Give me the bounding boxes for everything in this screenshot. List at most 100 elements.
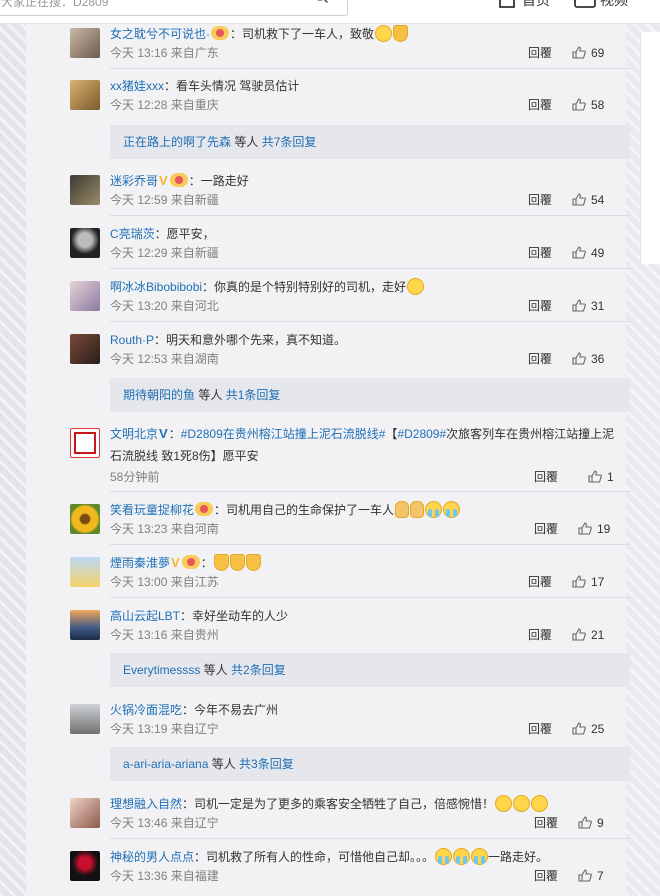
reply-button[interactable]: 回覆: [528, 351, 552, 367]
reply-button[interactable]: 回覆: [534, 469, 558, 485]
comment-body: ：看车头情况 驾驶员估计: [164, 79, 300, 93]
sub-reply-total[interactable]: 共1条回复: [226, 388, 281, 402]
comment-username[interactable]: 神秘的男人点点: [110, 850, 194, 864]
thumbs-up-icon: [572, 98, 586, 111]
avatar[interactable]: [70, 80, 100, 110]
pray-emoji-icon: [229, 554, 245, 571]
comment-meta: 今天 13:23 来自河南: [110, 522, 219, 536]
home-icon: [499, 0, 515, 8]
like-button[interactable]: 58: [572, 97, 604, 113]
reply-button[interactable]: 回覆: [528, 45, 552, 61]
comment-text: 文明北京V：#D2809在贵州榕江站撞上泥石流脱线#【#D2809#次旅客列车在…: [110, 426, 615, 441]
sub-reply-user[interactable]: Everytimessss: [123, 663, 200, 677]
comment-username[interactable]: Routh·P: [110, 333, 154, 347]
like-button[interactable]: 7: [578, 868, 604, 884]
comment-username[interactable]: 迷彩乔哥: [110, 174, 158, 188]
avatar[interactable]: [70, 557, 100, 587]
hashtag-link[interactable]: #D2809在贵州榕江站撞上泥石流脱线#: [181, 427, 386, 441]
sub-reply-summary[interactable]: a-ari-aria-ariana 等人 共3条回复: [110, 747, 630, 781]
comment-meta: 今天 12:29 来自新疆: [110, 246, 219, 260]
side-panel-edge: [640, 32, 660, 264]
avatar[interactable]: [70, 28, 100, 58]
comment-meta: 今天 12:59 来自新疆: [110, 193, 219, 207]
like-count: 1: [607, 470, 614, 484]
comment-username[interactable]: xx猪娃xxx: [110, 79, 164, 93]
thumbs-up-icon: [572, 628, 586, 641]
reply-button[interactable]: 回覆: [528, 721, 552, 737]
avatar[interactable]: [70, 851, 100, 881]
crying-emoji-icon: [435, 848, 453, 865]
like-button[interactable]: 1: [588, 469, 614, 485]
like-count: 21: [591, 628, 605, 642]
avatar[interactable]: [70, 281, 100, 311]
sub-reply-total[interactable]: 共3条回复: [239, 757, 294, 771]
comment-username[interactable]: 女之耽兮不可说也·: [110, 27, 210, 41]
like-button[interactable]: 49: [572, 245, 604, 261]
sub-reply-summary[interactable]: Everytimessss 等人 共2条回复: [110, 653, 630, 687]
like-button[interactable]: 36: [572, 351, 604, 367]
comment-text: 女之耽兮不可说也· ：司机救下了一车人，致敬: [110, 24, 632, 44]
thumbs-up-icon: [572, 299, 586, 312]
pray-emoji-icon: [393, 25, 409, 42]
avatar[interactable]: [70, 228, 100, 258]
crying-emoji-icon: [471, 848, 489, 865]
comment-text: 啊冰冰Bibobibobi：你真的是个特别特别好的司机，走好: [110, 277, 632, 297]
divider: [110, 268, 630, 269]
like-count: 36: [591, 352, 605, 366]
like-button[interactable]: 17: [572, 574, 604, 590]
search-icon[interactable]: [313, 0, 329, 4]
comment-meta: 今天 12:53 来自湖南: [110, 352, 219, 366]
sub-reply-user[interactable]: 正在路上的啊了先森: [123, 135, 231, 149]
avatar[interactable]: [70, 175, 100, 205]
reply-button[interactable]: 回覆: [528, 245, 552, 261]
avatar[interactable]: [70, 334, 100, 364]
comment-meta: 今天 13:46 来自辽宁: [110, 816, 219, 830]
like-button[interactable]: 21: [572, 627, 604, 643]
avatar[interactable]: [70, 504, 100, 534]
avatar[interactable]: [70, 428, 100, 458]
like-button[interactable]: 25: [572, 721, 604, 737]
search-input[interactable]: 大家正在搜：D2809: [0, 0, 348, 16]
comment-username[interactable]: C亮瑞茨: [110, 227, 155, 241]
reply-button[interactable]: 回覆: [528, 574, 552, 590]
like-button[interactable]: 69: [572, 45, 604, 61]
comment-username[interactable]: 理想融入自然: [110, 797, 182, 811]
like-button[interactable]: 31: [572, 298, 604, 314]
comment-username[interactable]: 高山云起LBT: [110, 609, 180, 623]
thumbs-up-icon: [572, 722, 586, 735]
reply-button[interactable]: 回覆: [534, 815, 558, 831]
reply-button[interactable]: 回覆: [534, 868, 558, 884]
member-badge-icon: [211, 26, 229, 40]
avatar[interactable]: [70, 798, 100, 828]
comment-username[interactable]: 文明北京: [110, 427, 158, 441]
comment-body: ：愿平安，: [154, 227, 215, 241]
comment-text-line2: 石流脱线 致1死8伤】愿平安: [110, 449, 259, 463]
crying-emoji-icon: [453, 848, 471, 865]
comment-username[interactable]: 啊冰冰Bibobibobi: [110, 280, 202, 294]
hashtag-link[interactable]: #D2809#: [397, 427, 446, 441]
sub-reply-user[interactable]: 期待朝阳的鱼: [123, 388, 195, 402]
sub-reply-user[interactable]: a-ari-aria-ariana: [123, 757, 208, 771]
avatar[interactable]: [70, 704, 100, 734]
comment-username[interactable]: 煙雨秦淮夢: [110, 556, 170, 570]
like-button[interactable]: 54: [572, 192, 604, 208]
thumbs-up-icon: [578, 869, 592, 882]
sub-reply-total[interactable]: 共7条回复: [262, 135, 317, 149]
comment-meta: 今天 13:16 来自广东: [110, 46, 219, 60]
avatar[interactable]: [70, 610, 100, 640]
comment-body: ：今年不易去广州: [182, 703, 279, 717]
like-button[interactable]: 19: [578, 521, 610, 537]
reply-button[interactable]: 回覆: [528, 192, 552, 208]
reply-button[interactable]: 回覆: [528, 97, 552, 113]
comment-username[interactable]: 火锅冷面混吃: [110, 703, 182, 717]
like-button[interactable]: 9: [578, 815, 604, 831]
reply-button[interactable]: 回覆: [534, 521, 558, 537]
sub-reply-total[interactable]: 共2条回复: [231, 663, 286, 677]
reply-button[interactable]: 回覆: [528, 298, 552, 314]
sub-reply-summary[interactable]: 期待朝阳的鱼 等人 共1条回复: [110, 378, 630, 412]
reply-button[interactable]: 回覆: [528, 627, 552, 643]
comment-meta: 今天 13:16 来自贵州: [110, 628, 219, 642]
comment-username[interactable]: 笑看玩童捉柳花: [110, 503, 194, 517]
sub-reply-summary[interactable]: 正在路上的啊了先森 等人 共7条回复: [110, 125, 630, 159]
crying-emoji-icon: [443, 501, 461, 518]
